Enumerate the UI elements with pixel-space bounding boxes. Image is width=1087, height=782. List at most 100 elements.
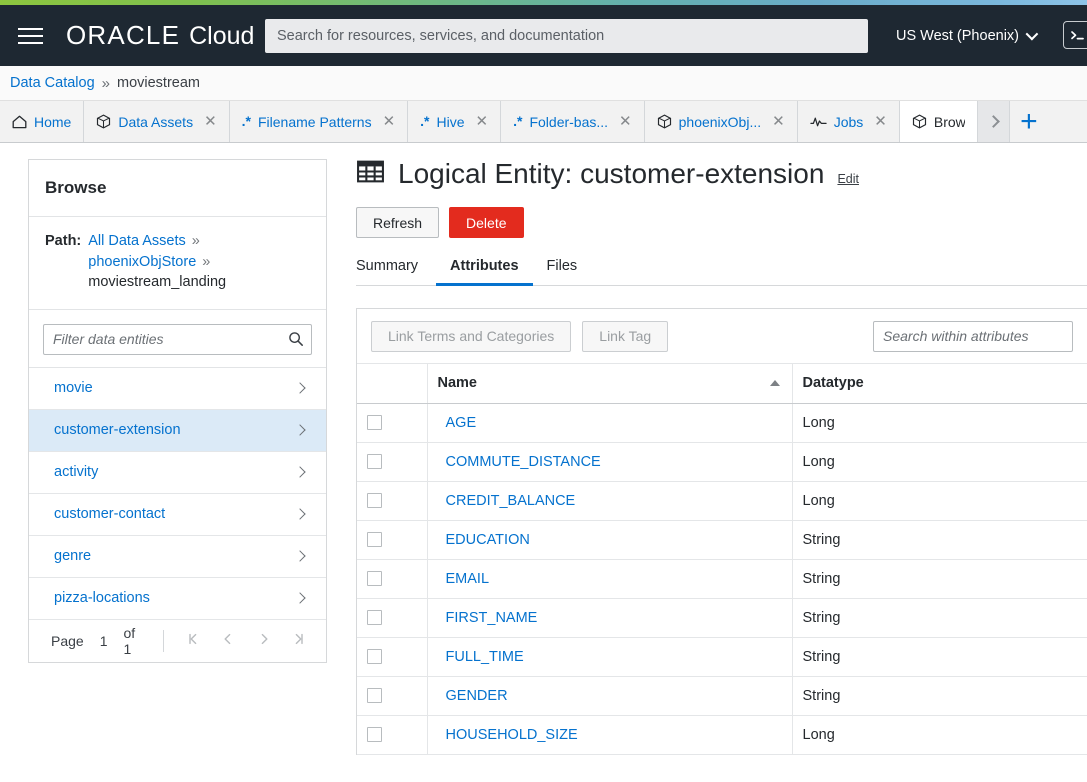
attribute-link[interactable]: HOUSEHOLD_SIZE (438, 727, 578, 743)
attribute-link[interactable]: COMMUTE_DISTANCE (438, 454, 601, 470)
list-item[interactable]: movie (29, 368, 326, 410)
breadcrumb-item-data-catalog[interactable]: Data Catalog (10, 75, 95, 91)
edit-link[interactable]: Edit (837, 172, 859, 186)
hamburger-menu-icon[interactable] (8, 5, 52, 66)
tab-summary[interactable]: Summary (356, 258, 432, 286)
tab-phoenixobjstore[interactable]: phoenixObj... ✕ (645, 101, 798, 142)
attribute-link[interactable]: FULL_TIME (438, 649, 524, 665)
pager-divider (163, 630, 164, 652)
table-row[interactable]: CREDIT_BALANCE Long (357, 481, 1087, 520)
path-item-all-data-assets[interactable]: All Data Assets (88, 233, 186, 249)
attribute-link[interactable]: EDUCATION (438, 532, 530, 548)
row-checkbox[interactable] (367, 649, 382, 664)
row-checkbox[interactable] (367, 571, 382, 586)
tab-data-assets[interactable]: Data Assets ✕ (84, 101, 229, 142)
column-header-select-all[interactable] (357, 364, 427, 403)
link-tag-button[interactable]: Link Tag (582, 321, 668, 352)
column-header-datatype[interactable]: Datatype (792, 364, 1087, 403)
region-selector[interactable]: US West (Phoenix) (896, 5, 1035, 66)
row-checkbox-cell (357, 520, 427, 559)
row-checkbox[interactable] (367, 415, 382, 430)
cloud-shell-terminal-icon[interactable] (1063, 21, 1087, 49)
tab-close-icon[interactable]: ✕ (204, 114, 217, 129)
refresh-button[interactable]: Refresh (356, 207, 439, 238)
table-row[interactable]: COMMUTE_DISTANCE Long (357, 442, 1087, 481)
tab-folder-based[interactable]: .* Folder-bas... ✕ (501, 101, 645, 142)
entity-label: activity (54, 464, 98, 480)
chevron-down-icon (1026, 28, 1039, 41)
table-row[interactable]: FIRST_NAME String (357, 598, 1087, 637)
column-header-name[interactable]: Name (427, 364, 792, 403)
list-item[interactable]: genre (29, 536, 326, 578)
list-item[interactable]: customer-extension (29, 410, 326, 452)
regex-icon: .* (242, 114, 251, 128)
page-number[interactable]: 1 (100, 633, 108, 649)
attribute-link[interactable]: EMAIL (438, 571, 490, 587)
tab-label: Browse (934, 114, 965, 130)
row-checkbox-cell (357, 715, 427, 754)
page-body: Browse Path: All Data Assets » phoenixOb… (0, 143, 1087, 782)
row-datatype-cell: Long (792, 403, 1087, 442)
link-terms-and-categories-button[interactable]: Link Terms and Categories (371, 321, 571, 352)
path-item-phoenixobjstore[interactable]: phoenixObjStore (88, 254, 196, 270)
row-checkbox[interactable] (367, 727, 382, 742)
filter-data-entities-input[interactable] (44, 325, 311, 354)
row-checkbox[interactable] (367, 688, 382, 703)
row-checkbox[interactable] (367, 493, 382, 508)
table-row[interactable]: AGE Long (357, 403, 1087, 442)
tab-attributes[interactable]: Attributes (436, 258, 532, 286)
row-name-cell: COMMUTE_DISTANCE (427, 442, 792, 481)
list-item[interactable]: pizza-locations (29, 578, 326, 620)
row-name-cell: EDUCATION (427, 520, 792, 559)
last-page-icon[interactable] (287, 632, 312, 649)
delete-button[interactable]: Delete (449, 207, 523, 238)
row-datatype-cell: String (792, 598, 1087, 637)
tab-close-icon[interactable]: ✕ (383, 114, 396, 129)
table-row[interactable]: EMAIL String (357, 559, 1087, 598)
tab-close-icon[interactable]: ✕ (619, 114, 632, 129)
add-tab-button[interactable] (1010, 101, 1048, 142)
list-item[interactable]: activity (29, 452, 326, 494)
row-checkbox[interactable] (367, 610, 382, 625)
path-section: Path: All Data Assets » phoenixObjStore … (29, 217, 326, 310)
tab-label: Hive (437, 114, 465, 130)
regex-icon: .* (513, 114, 522, 128)
browse-panel-title: Browse (29, 160, 326, 217)
tab-files[interactable]: Files (533, 258, 592, 286)
attributes-panel: Link Terms and Categories Link Tag Name (356, 308, 1087, 755)
next-page-icon[interactable] (251, 632, 276, 649)
row-checkbox[interactable] (367, 454, 382, 469)
table-row[interactable]: EDUCATION String (357, 520, 1087, 559)
tab-jobs[interactable]: Jobs ✕ (798, 101, 900, 142)
table-row[interactable]: GENDER String (357, 676, 1087, 715)
tab-filename-patterns[interactable]: .* Filename Patterns ✕ (230, 101, 409, 142)
attribute-link[interactable]: AGE (438, 415, 477, 431)
search-icon[interactable] (288, 331, 304, 352)
attribute-link[interactable]: CREDIT_BALANCE (438, 493, 576, 509)
table-row[interactable]: FULL_TIME String (357, 637, 1087, 676)
page-title-row: Logical Entity: customer-extension Edit (356, 157, 1087, 191)
row-datatype-cell: String (792, 520, 1087, 559)
tab-home[interactable]: Home (0, 101, 84, 142)
search-within-attributes-input[interactable] (874, 322, 1072, 351)
tab-close-icon[interactable]: ✕ (476, 114, 489, 129)
tab-hive[interactable]: .* Hive ✕ (408, 101, 501, 142)
row-checkbox[interactable] (367, 532, 382, 547)
path-separator: » (192, 233, 200, 249)
tab-browse[interactable]: Browse (900, 101, 978, 143)
first-page-icon[interactable] (180, 632, 205, 649)
attribute-link[interactable]: GENDER (438, 688, 508, 704)
tab-close-icon[interactable]: ✕ (874, 114, 887, 129)
oracle-cloud-logo[interactable]: ORACLE Cloud (66, 20, 254, 51)
browse-panel: Browse Path: All Data Assets » phoenixOb… (28, 159, 327, 663)
global-header: ORACLE Cloud US West (Phoenix) (0, 5, 1087, 66)
prev-page-icon[interactable] (216, 632, 241, 649)
table-row[interactable]: HOUSEHOLD_SIZE Long (357, 715, 1087, 754)
attribute-link[interactable]: FIRST_NAME (438, 610, 538, 626)
global-search-input[interactable] (265, 19, 868, 53)
tab-close-icon[interactable]: ✕ (772, 114, 785, 129)
list-item[interactable]: customer-contact (29, 494, 326, 536)
row-checkbox-cell (357, 559, 427, 598)
tab-scroll-right-button[interactable] (978, 101, 1010, 142)
entity-label: movie (54, 380, 93, 396)
